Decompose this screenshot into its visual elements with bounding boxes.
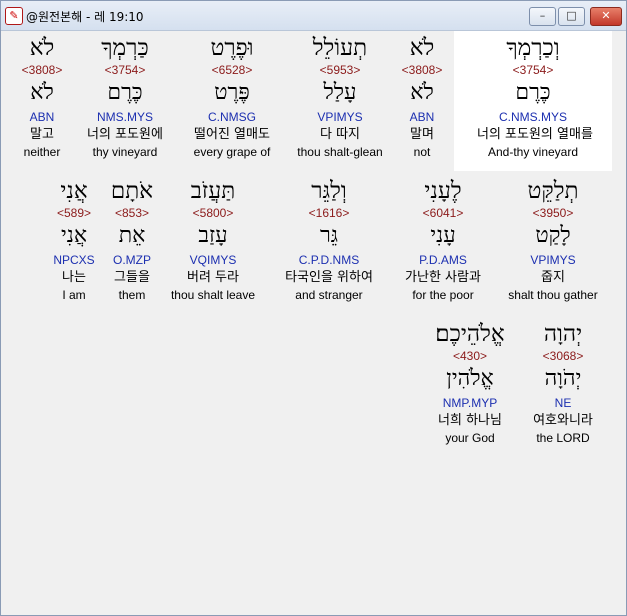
strong-number-link[interactable]: <1616> [273,206,385,220]
hebrew-word: וְלַגֵּר [311,178,347,204]
morphology-code: VPIMYS [530,253,576,267]
hebrew-word: וְכַרְמְךָ [506,35,560,61]
korean-gloss: 가난한 사람과 [405,270,481,285]
korean-gloss: 타국인을 위하여 [285,270,373,285]
strong-number-link[interactable]: <5953> [284,63,396,77]
hebrew-lemma: עָנִי [430,223,456,248]
word-cell[interactable]: אֱלֹהֵיכֶם׃ <430> אֱלֹהִין NMP.MYP 너희 하나… [414,319,526,446]
hebrew-lemma: לֹא [30,80,54,105]
minimize-button[interactable]: – [529,7,556,26]
hebrew-word: תְעוֹלֵל [312,35,368,61]
morphology-code: C.P.D.NMS [298,253,360,267]
window-title: @원전본해 - 레 19:10 [26,10,144,24]
english-gloss: And-thy vineyard [487,145,579,159]
english-gloss: every grape of [193,145,271,159]
morphology-code: VPIMYS [317,110,363,124]
interlinear-content: וְכַרְמְךָ <3754> כֶּרֶם C.NMS.MYS 너의 포도… [7,31,619,613]
strong-number-link[interactable]: <430> [414,349,526,363]
korean-gloss: 너의 포도원의 열매를 [477,127,593,142]
word-cell[interactable]: לֹא <3808> לֹא ABN 말고 neither [0,33,98,160]
hebrew-word: לֹא [29,35,55,61]
english-gloss: I am [62,288,86,302]
word-cell[interactable]: וּפֶרֶט <6528> פֶּרֶט C.NMSG 떨어진 열매도 eve… [176,33,288,160]
word-cell[interactable]: תְלַקֵּט <3950> לָקַט VPIMYS 줍지 shalt th… [497,176,609,303]
english-gloss: for the poor [412,288,474,302]
hebrew-word: אֲנִי [60,178,88,204]
korean-gloss: 떨어진 열매도 [194,127,270,142]
korean-gloss: 줍지 [541,270,565,285]
strong-number-link[interactable]: <6041> [387,206,499,220]
hebrew-lemma: אֲנִי [60,223,88,248]
korean-gloss: 말고 [30,127,54,142]
english-gloss: and stranger [295,288,363,302]
strong-number-link[interactable]: <3754> [477,63,589,77]
english-gloss: neither [23,145,61,159]
morphology-code: NPCXS [53,253,95,267]
english-gloss: thou shalt-glean [297,145,383,159]
hebrew-lemma: אֱלֹהִין [446,366,494,391]
hebrew-word: אֱלֹהֵיכֶם׃ [435,321,505,347]
strong-number-link[interactable]: <589> [18,206,130,220]
word-cell[interactable]: אֲנִי <589> אֲנִי NPCXS 나는 I am [18,176,130,303]
strong-number-link[interactable]: <3950> [497,206,609,220]
morphology-code: C.NMSG [208,110,256,124]
hebrew-word: תְלַקֵּט [527,178,579,204]
morphology-code: ABN [29,110,55,124]
title-bar[interactable]: ✎ @원전본해 - 레 19:10 – □ ✕ [1,1,626,31]
korean-gloss: 너희 하나님 [438,413,502,428]
word-cell[interactable]: תְעוֹלֵל <5953> עָלַל VPIMYS 다 따지 thou s… [284,33,396,160]
english-gloss: shalt thou gather [508,288,598,302]
hebrew-word: לֶעָנִי [424,178,462,204]
korean-gloss: 다 따지 [319,127,360,142]
app-window: ✎ @원전본해 - 레 19:10 – □ ✕ וְכַרְמְךָ <3754… [0,0,627,616]
word-cell[interactable]: לֶעָנִי <6041> עָנִי P.D.AMS 가난한 사람과 for… [387,176,499,303]
hebrew-word: וּפֶרֶט [210,35,254,61]
morphology-code: C.NMS.MYS [498,110,567,124]
strong-number-link[interactable]: <3808> [0,63,98,77]
korean-gloss: 나는 [62,270,86,285]
english-gloss: your God [445,431,495,445]
hebrew-lemma: פֶּרֶט [214,80,250,105]
hebrew-lemma: גֵּר [319,223,339,248]
morphology-code: NMP.MYP [442,396,498,410]
app-logo-icon: ✎ [5,7,23,25]
close-button[interactable]: ✕ [590,7,622,26]
hebrew-lemma: עָלַל [323,80,357,105]
maximize-button[interactable]: □ [558,7,585,26]
hebrew-lemma: לָקַט [535,223,571,248]
morphology-code: P.D.AMS [419,253,467,267]
word-cell[interactable]: וְלַגֵּר <1616> גֵּר C.P.D.NMS 타국인을 위하여 … [273,176,385,303]
strong-number-link[interactable]: <6528> [176,63,288,77]
word-cell[interactable]: וְכַרְמְךָ <3754> כֶּרֶם C.NMS.MYS 너의 포도… [477,33,593,160]
hebrew-lemma: כֶּרֶם [515,80,551,105]
